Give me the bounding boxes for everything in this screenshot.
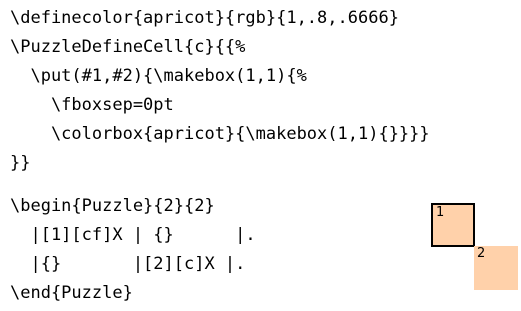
- code-line: \fboxsep=0pt: [10, 95, 174, 115]
- puzzle-cell-colored: 2: [474, 246, 518, 290]
- puzzle-cell-framed: 1: [431, 203, 475, 247]
- code-line: |{} |[2][c]X |.: [10, 254, 246, 274]
- code-line: |[1][cf]X | {} |.: [10, 225, 256, 245]
- code-line: \end{Puzzle}: [10, 283, 133, 303]
- code-line: \begin{Puzzle}{2}{2}: [10, 196, 215, 216]
- cell-number: 2: [477, 246, 486, 261]
- code-gap: [10, 178, 430, 192]
- code-line: }}: [10, 153, 31, 173]
- code-line: \PuzzleDefineCell{c}{{%: [10, 37, 246, 57]
- code-listing: \definecolor{apricot}{rgb}{1,.8,.6666} \P…: [10, 4, 430, 308]
- code-line: \put(#1,#2){\makebox(1,1){%: [10, 66, 307, 86]
- cell-number: 1: [436, 205, 445, 220]
- code-line: \colorbox{apricot}{\makebox(1,1){}}}}: [10, 124, 430, 144]
- code-line: \definecolor{apricot}{rgb}{1,.8,.6666}: [10, 8, 399, 28]
